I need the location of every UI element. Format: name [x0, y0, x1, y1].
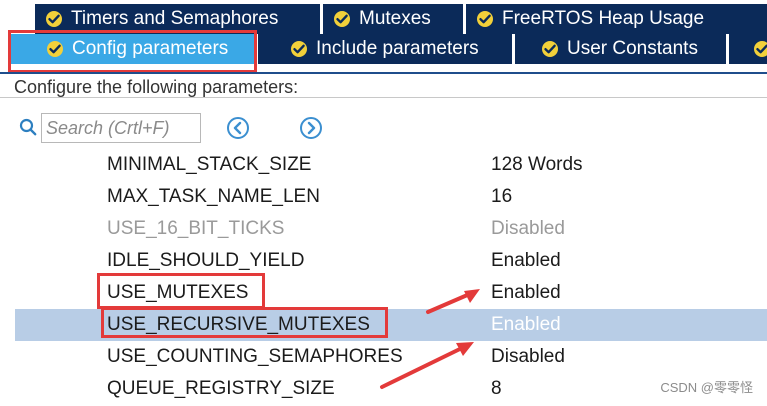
table-row[interactable]: MINIMAL_STACK_SIZE 128 Words	[15, 149, 767, 181]
parameter-name: USE_COUNTING_SEMAPHORES	[107, 346, 403, 367]
check-circle-icon	[477, 11, 493, 27]
check-circle-icon	[542, 41, 558, 57]
table-row[interactable]: IDLE_SHOULD_YIELD Enabled	[15, 245, 767, 277]
stm32cubemx-freertos-config-panel: Timers and Semaphores Mutexes FreeRTOS H…	[0, 0, 767, 406]
search-icon[interactable]	[19, 118, 37, 136]
tab-label: Timers and Semaphores	[71, 8, 279, 29]
tab-label: FreeRTOS Heap Usage	[502, 8, 705, 29]
tab-mutexes[interactable]: Mutexes	[323, 4, 463, 34]
tab-overflow[interactable]	[729, 34, 767, 64]
tab-label: Config parameters	[72, 38, 229, 59]
check-circle-icon	[334, 11, 350, 27]
tab-row-1: Timers and Semaphores Mutexes FreeRTOS H…	[0, 4, 767, 34]
tab-freertos-heap-usage[interactable]: FreeRTOS Heap Usage	[466, 4, 767, 34]
parameter-value[interactable]: 16	[491, 185, 512, 209]
header-text: Configure the following parameters:	[14, 77, 299, 97]
parameter-name: QUEUE_REGISTRY_SIZE	[107, 378, 335, 399]
search-input[interactable]: Search (Crtl+F)	[41, 113, 201, 143]
parameter-value[interactable]: 128 Words	[491, 153, 583, 177]
next-arrow-icon[interactable]	[299, 116, 323, 140]
tab-include-parameters[interactable]: Include parameters	[258, 34, 512, 64]
parameter-value[interactable]: Enabled	[491, 249, 561, 273]
previous-arrow-icon[interactable]	[226, 116, 250, 140]
table-row[interactable]: USE_MUTEXES Enabled	[15, 277, 767, 309]
tab-row-2: Config parameters Include parameters Use…	[0, 34, 767, 64]
table-row[interactable]: USE_16_BIT_TICKS Disabled	[15, 213, 767, 245]
parameter-value[interactable]: Disabled	[491, 217, 565, 241]
parameter-name: MAX_TASK_NAME_LEN	[107, 186, 320, 207]
parameters-header: Configure the following parameters:	[0, 72, 767, 98]
parameter-value[interactable]: Disabled	[491, 345, 565, 369]
check-circle-icon	[291, 41, 307, 57]
tab-user-constants[interactable]: User Constants	[515, 34, 726, 64]
table-row[interactable]: QUEUE_REGISTRY_SIZE 8	[15, 373, 767, 405]
parameter-value[interactable]: 8	[491, 377, 502, 401]
check-circle-icon	[754, 41, 767, 57]
check-circle-icon	[47, 41, 63, 57]
tab-label: Mutexes	[359, 8, 431, 29]
parameter-name: MINIMAL_STACK_SIZE	[107, 154, 312, 175]
parameter-name: USE_16_BIT_TICKS	[107, 218, 285, 239]
parameter-name: USE_RECURSIVE_MUTEXES	[107, 314, 370, 335]
check-circle-icon	[46, 11, 62, 27]
table-row[interactable]: USE_COUNTING_SEMAPHORES Disabled	[15, 341, 767, 373]
table-row[interactable]: MAX_TASK_NAME_LEN 16	[15, 181, 767, 213]
parameter-value[interactable]: Enabled	[491, 281, 561, 305]
parameter-name: IDLE_SHOULD_YIELD	[107, 250, 305, 271]
watermark-text: CSDN @零零怪	[660, 380, 753, 395]
tab-label: Include parameters	[316, 38, 479, 59]
parameters-table: MINIMAL_STACK_SIZE 128 Words MAX_TASK_NA…	[15, 149, 767, 405]
table-row-selected[interactable]: USE_RECURSIVE_MUTEXES Enabled	[15, 309, 767, 341]
parameter-name: USE_MUTEXES	[107, 282, 249, 303]
tab-timers-and-semaphores[interactable]: Timers and Semaphores	[35, 4, 320, 34]
tab-label: User Constants	[567, 38, 698, 59]
parameter-value[interactable]: Enabled	[491, 313, 561, 337]
tab-config-parameters[interactable]: Config parameters	[10, 34, 255, 64]
